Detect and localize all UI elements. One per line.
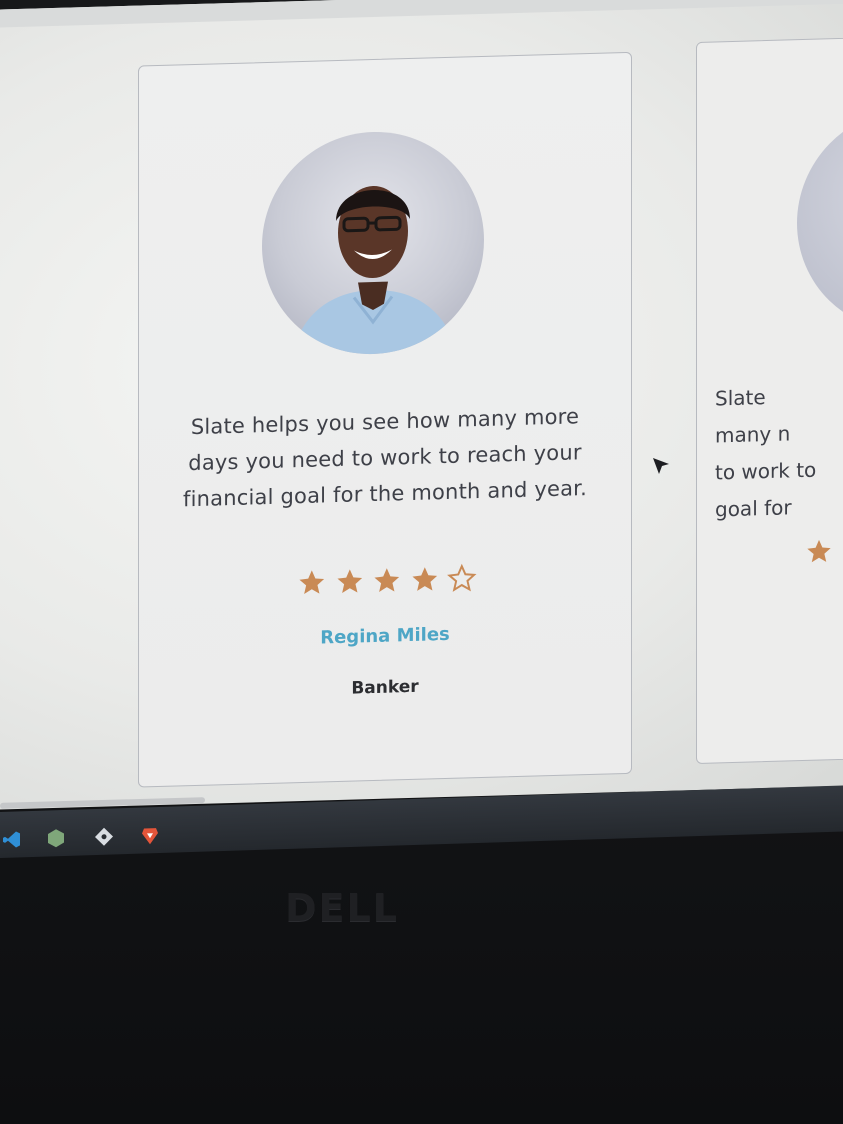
git-icon[interactable]: [94, 826, 114, 847]
reviewer-avatar: [262, 128, 484, 358]
photo-frame: Slate helps you see how many more days y…: [0, 0, 843, 1124]
star-rating: [297, 563, 477, 602]
star-filled-icon: [374, 568, 400, 592]
next-reviewer-avatar: [797, 105, 843, 335]
next-testimonial-quote: Slate many n to work to goal for: [715, 385, 817, 522]
reviewer-role: Banker: [351, 676, 419, 699]
star-filled-icon: [412, 567, 437, 591]
star-outline-icon: [447, 563, 477, 592]
mouse-cursor-icon: [653, 458, 669, 474]
vscode-icon[interactable]: [2, 829, 22, 850]
testimonial-card: Slate helps you see how many more days y…: [138, 51, 632, 788]
star-filled-icon: [337, 569, 362, 593]
next-testimonial-card[interactable]: Slate many n to work to goal for: [696, 35, 843, 765]
star-filled-icon: [299, 570, 325, 595]
screen: Slate helps you see how many more days y…: [0, 0, 843, 811]
testimonial-quote: Slate helps you see how many more days y…: [183, 404, 587, 512]
node-icon[interactable]: [46, 828, 66, 849]
brave-icon[interactable]: [140, 825, 160, 846]
reviewer-name[interactable]: Regina Miles: [285, 623, 485, 650]
dell-logo: DELL: [285, 886, 399, 930]
star-filled-icon: [807, 539, 831, 563]
